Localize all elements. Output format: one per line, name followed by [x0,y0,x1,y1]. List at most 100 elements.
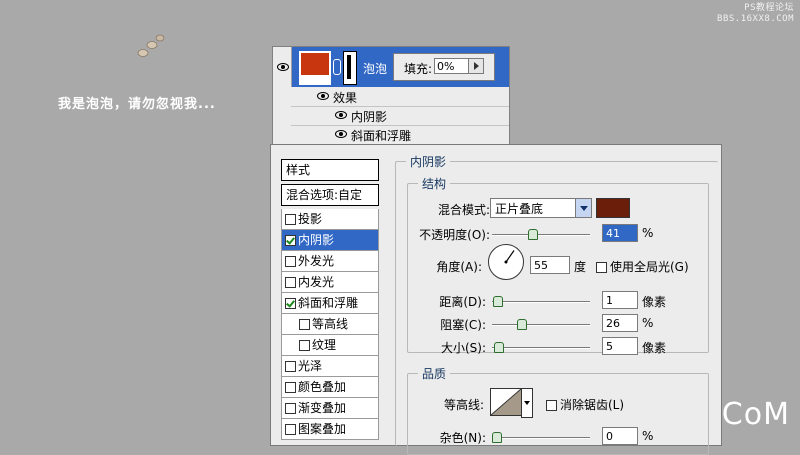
blending-options[interactable]: 混合选项:自定 [281,184,379,206]
choke-slider-handle[interactable] [517,319,527,330]
structure-title: 结构 [418,175,451,192]
noise-input[interactable]: 0 [602,427,638,445]
eye-icon[interactable] [277,63,289,71]
global-light-checkbox[interactable] [596,262,607,273]
style-checkbox[interactable] [285,382,296,393]
style-item[interactable]: 颜色叠加 [281,377,379,398]
style-label: 渐变叠加 [298,401,347,415]
angle-dial[interactable] [488,244,524,280]
opacity-label: 不透明度(O): [419,228,490,242]
angle-label: 角度(A): [436,260,482,274]
layer-thumbnail[interactable] [299,51,331,85]
choke-input[interactable]: 26 [602,314,638,332]
size-input[interactable]: 5 [602,337,638,355]
bubbles-graphic [137,34,165,57]
layer-style-dialog: 样式 混合选项:自定 投影内阴影外发光内发光斜面和浮雕等高线纹理光泽颜色叠加渐变… [270,144,722,455]
style-item[interactable]: 光泽 [281,356,379,377]
distance-unit: 像素 [642,295,667,309]
style-checkbox[interactable] [285,235,296,246]
noise-label: 杂色(N): [439,431,486,445]
eye-icon[interactable] [335,130,347,138]
style-label: 光泽 [298,359,323,373]
opacity-input[interactable]: 41 [602,224,638,242]
style-checkbox[interactable] [285,277,296,288]
global-light-label[interactable]: 使用全局光(G) [610,258,689,275]
choke-slider[interactable] [492,324,590,326]
chevron-down-icon[interactable] [575,199,591,217]
antialias-checkbox[interactable] [546,400,557,411]
style-checkbox[interactable] [299,319,310,330]
style-checkbox[interactable] [285,361,296,372]
style-item[interactable]: 图案叠加 [281,419,379,440]
blend-mode-select[interactable]: 正片叠底 [490,198,592,218]
watermark: PS教程论坛 BBS.16XX8.COM [717,3,794,25]
style-label: 斜面和浮雕 [298,296,359,310]
style-item[interactable]: 内发光 [281,272,379,293]
style-item[interactable]: 内阴影 [281,230,379,251]
watermark-line-1: PS教程论坛 [744,3,794,13]
style-item[interactable]: 渐变叠加 [281,398,379,419]
distance-input[interactable]: 1 [602,291,638,309]
style-label: 纹理 [312,338,337,352]
watermark-line-2: BBS.16XX8.COM [717,14,794,24]
styles-header[interactable]: 样式 [281,159,379,181]
choke-unit: % [642,316,654,330]
style-label: 外发光 [298,254,335,268]
effect-row-inner-shadow[interactable]: 内阴影 [291,106,509,126]
style-item[interactable]: 斜面和浮雕 [281,293,379,314]
distance-slider-handle[interactable] [493,296,503,307]
angle-dial-needle [504,250,515,264]
style-item[interactable]: 纹理 [281,335,379,356]
style-checkbox[interactable] [299,340,310,351]
structure-group: 结构 混合模式: 正片叠底 不透明度(O): 41 % 角度(A): 55 度 … [407,175,709,355]
effects-row[interactable]: 效果 [291,87,509,107]
quality-group: 品质 等高线: 消除锯齿(L) 杂色(N): 0 % [407,365,709,455]
size-slider[interactable] [492,347,590,349]
fill-input[interactable]: 0% [434,58,484,74]
style-item[interactable]: 等高线 [281,314,379,335]
contour-picker[interactable] [490,388,522,416]
fill-arrow-icon[interactable] [468,59,483,73]
layer-row-bubble[interactable]: 泡泡 填充: 0% [273,47,509,87]
style-label: 投影 [298,212,323,226]
style-checkbox[interactable] [285,403,296,414]
style-label: 内发光 [298,275,335,289]
style-checkbox[interactable] [285,256,296,267]
eye-icon[interactable] [317,92,329,100]
effect-label: 斜面和浮雕 [351,129,412,143]
size-slider-handle[interactable] [494,342,504,353]
angle-unit: 度 [574,260,587,274]
opacity-slider-handle[interactable] [528,229,539,240]
effects-label: 效果 [333,91,358,105]
styles-list: 样式 混合选项:自定 投影内阴影外发光内发光斜面和浮雕等高线纹理光泽颜色叠加渐变… [281,159,379,440]
chevron-down-icon [524,401,530,405]
shadow-color-swatch[interactable] [596,198,630,218]
eye-icon[interactable] [335,111,347,119]
noise-slider[interactable] [492,437,590,439]
style-items: 投影内阴影外发光内发光斜面和浮雕等高线纹理光泽颜色叠加渐变叠加图案叠加 [281,209,379,440]
link-icon[interactable] [333,59,341,75]
opacity-slider[interactable] [492,234,590,236]
style-checkbox[interactable] [285,298,296,309]
layer-visibility-toggle[interactable] [273,47,292,87]
angle-input[interactable]: 55 [530,256,570,274]
blend-mode-label: 混合模式: [437,203,490,217]
antialias-label[interactable]: 消除锯齿(L) [560,396,624,413]
fill-label: 填充: [404,62,433,76]
style-item[interactable]: 外发光 [281,251,379,272]
style-label: 内阴影 [298,233,335,247]
effect-row-bevel-emboss[interactable]: 斜面和浮雕 [291,125,509,144]
layer-mask-thumbnail[interactable] [343,51,357,85]
contour-label: 等高线: [443,398,484,412]
contour-dropdown[interactable] [521,388,533,418]
blend-mode-value: 正片叠底 [495,202,544,216]
distance-slider[interactable] [492,301,590,303]
style-checkbox[interactable] [285,424,296,435]
quality-title: 品质 [418,365,451,382]
choke-label: 阻塞(C): [440,318,486,332]
opacity-unit: % [642,226,654,240]
layer-name[interactable]: 泡泡 [363,60,387,77]
style-item[interactable]: 投影 [281,209,379,230]
style-checkbox[interactable] [285,214,296,225]
style-label: 等高线 [312,317,349,331]
